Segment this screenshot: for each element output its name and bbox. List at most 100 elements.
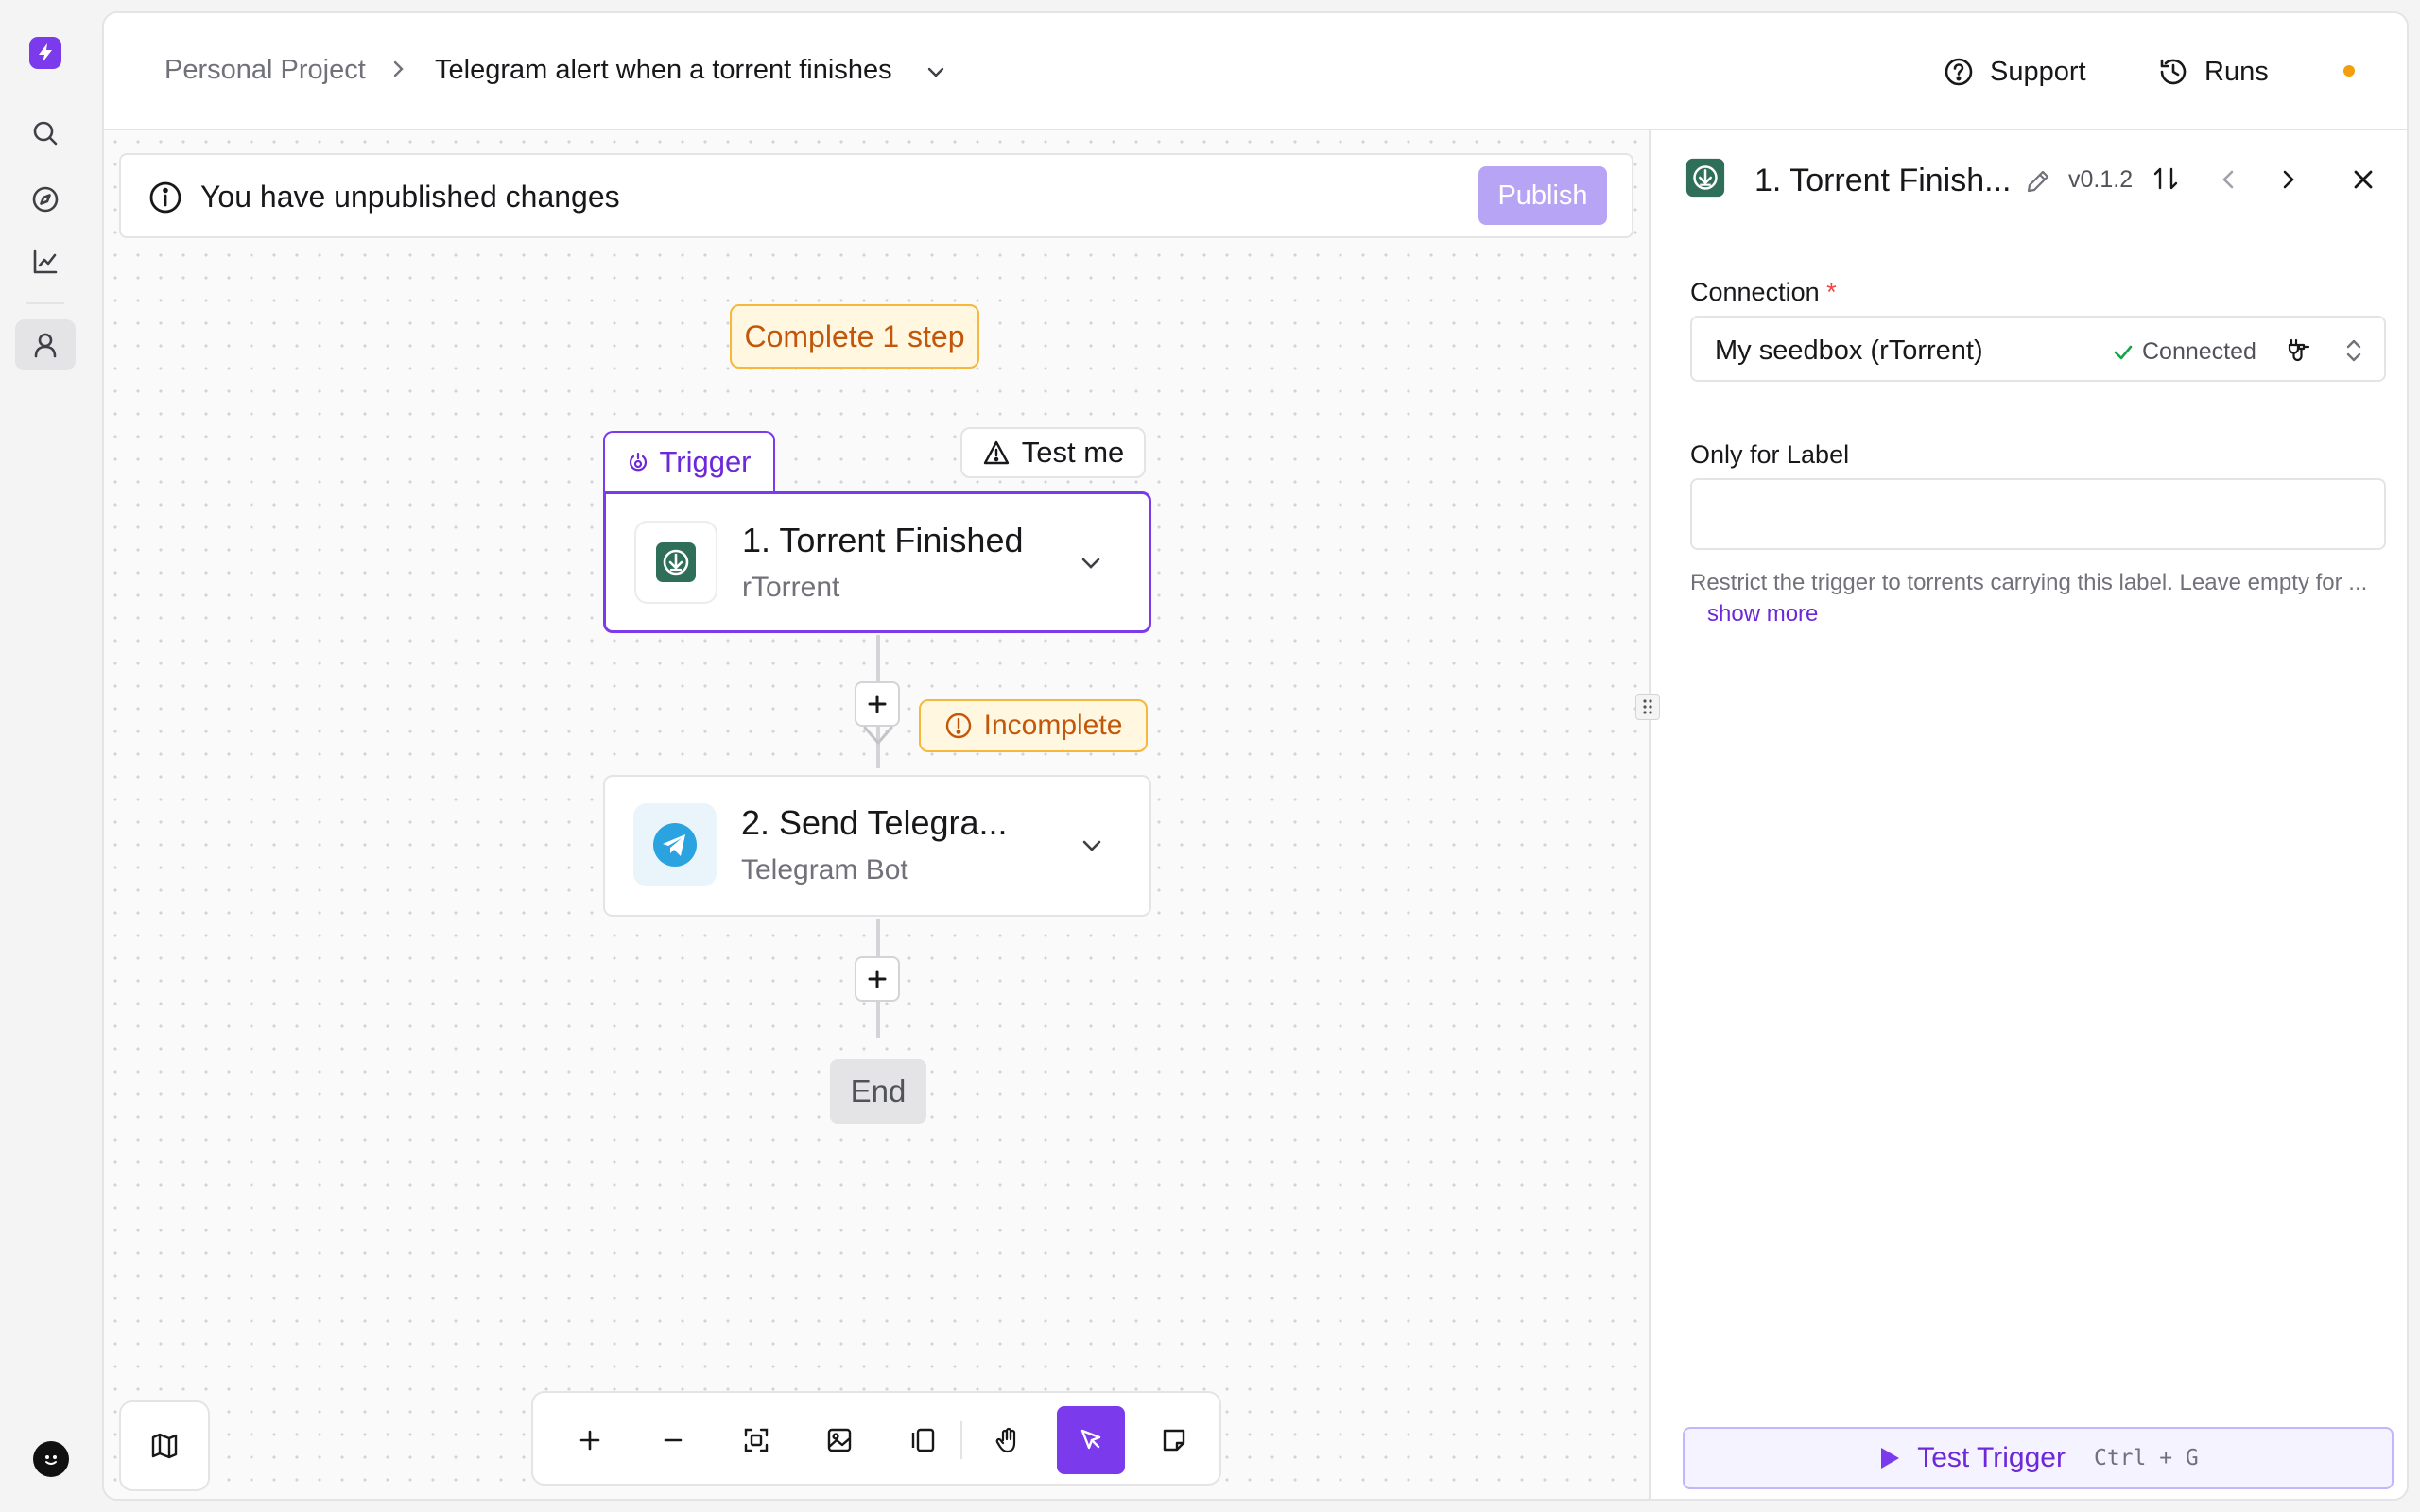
close-icon[interactable] bbox=[2350, 166, 2377, 193]
minimap-toggle-button[interactable] bbox=[119, 1400, 210, 1491]
zoom-out-button[interactable] bbox=[643, 1410, 703, 1470]
chevron-down-icon[interactable] bbox=[1077, 549, 1105, 577]
arrow-down-icon bbox=[863, 726, 893, 745]
connection-select[interactable]: My seedbox (rTorrent) Connected bbox=[1690, 316, 2386, 382]
label-filter-help: Restrict the trigger to torrents carryin… bbox=[1690, 567, 2390, 629]
trigger-tab-label: Trigger bbox=[659, 445, 752, 478]
fit-view-button[interactable] bbox=[726, 1410, 786, 1470]
runs-label: Runs bbox=[2204, 56, 2269, 87]
rail-analytics-button[interactable] bbox=[15, 236, 76, 287]
connector-line bbox=[876, 635, 880, 686]
add-step-button[interactable] bbox=[855, 956, 900, 1002]
history-icon bbox=[2160, 59, 2187, 85]
flow-canvas[interactable]: You have unpublished changes Publish Com… bbox=[104, 130, 1649, 1499]
header-bar: Personal Project Telegram alert when a t… bbox=[104, 13, 2407, 130]
help-circle-icon bbox=[1945, 58, 1973, 86]
rail-account-button[interactable] bbox=[15, 319, 76, 370]
compass-icon bbox=[32, 186, 59, 213]
test-trigger-button[interactable]: Test Trigger Ctrl + G bbox=[1683, 1427, 2394, 1489]
plug-icon[interactable] bbox=[2286, 337, 2312, 364]
plus-icon bbox=[579, 1430, 600, 1451]
plus-icon bbox=[868, 695, 887, 713]
panel-icon bbox=[911, 1428, 935, 1452]
telegram-icon bbox=[653, 823, 697, 867]
banner-message: You have unpublished changes bbox=[200, 180, 620, 214]
breadcrumb-project[interactable]: Personal Project bbox=[164, 55, 366, 86]
panel-step-title[interactable]: 1. Torrent Finish... bbox=[1754, 163, 2012, 199]
trigger-tab: Trigger bbox=[603, 431, 775, 491]
chevron-left-icon[interactable] bbox=[2216, 166, 2242, 193]
connector-line bbox=[876, 919, 880, 956]
support-button[interactable]: Support bbox=[1943, 49, 2086, 94]
connector-line bbox=[876, 1002, 880, 1038]
image-icon bbox=[827, 1428, 852, 1452]
sticky-note-icon bbox=[1163, 1429, 1185, 1452]
select-pointer-button[interactable] bbox=[1057, 1406, 1125, 1474]
test-me-button[interactable]: Test me bbox=[960, 427, 1146, 478]
add-note-button[interactable] bbox=[1144, 1410, 1204, 1470]
play-icon bbox=[1881, 1448, 1900, 1469]
label-filter-label: Only for Label bbox=[1690, 440, 1850, 469]
search-icon bbox=[33, 121, 58, 146]
warning-triangle-icon bbox=[983, 440, 1009, 465]
panel-resize-handle[interactable] bbox=[1635, 694, 1660, 720]
breadcrumb-flow-name[interactable]: Telegram alert when a torrent finishes bbox=[435, 55, 892, 86]
user-avatar[interactable] bbox=[33, 1441, 69, 1477]
chevron-updown-icon[interactable] bbox=[2342, 336, 2365, 365]
runs-button[interactable]: Runs bbox=[2157, 49, 2269, 94]
check-icon bbox=[2114, 345, 2133, 359]
connection-label-text: Connection bbox=[1690, 278, 1820, 306]
pan-hand-button[interactable] bbox=[977, 1410, 1038, 1470]
step-card-trigger[interactable]: 1. Torrent Finished rTorrent bbox=[603, 491, 1151, 633]
support-label: Support bbox=[1990, 56, 2086, 87]
unpublished-banner: You have unpublished changes Publish bbox=[119, 153, 1634, 238]
chevron-right-icon[interactable] bbox=[2274, 166, 2301, 193]
chevron-down-icon[interactable] bbox=[1078, 832, 1106, 860]
chevron-down-icon[interactable] bbox=[925, 60, 947, 83]
export-image-button[interactable] bbox=[809, 1410, 870, 1470]
rtorrent-download-icon bbox=[1685, 158, 1725, 198]
builder-window: Personal Project Telegram alert when a t… bbox=[102, 11, 2409, 1501]
publish-button[interactable]: Publish bbox=[1478, 166, 1607, 225]
step-card-telegram[interactable]: 2. Send Telegra... Telegram Bot bbox=[603, 775, 1151, 917]
incomplete-label: Incomplete bbox=[983, 710, 1123, 741]
connection-value: My seedbox (rTorrent) bbox=[1715, 335, 1983, 366]
user-icon bbox=[34, 333, 57, 358]
chart-icon bbox=[33, 249, 58, 274]
rtorrent-download-icon bbox=[656, 542, 696, 582]
connection-status-text: Connected bbox=[2142, 338, 2256, 365]
label-filter-input[interactable] bbox=[1690, 478, 2386, 550]
alert-circle-icon bbox=[945, 713, 971, 739]
required-mark: * bbox=[1826, 278, 1837, 306]
help-text: Restrict the trigger to torrents carryin… bbox=[1690, 570, 2368, 595]
cursor-arrow-icon bbox=[1080, 1429, 1101, 1450]
test-me-label: Test me bbox=[1021, 436, 1125, 469]
minus-icon bbox=[664, 1438, 683, 1442]
drag-handle-icon bbox=[1643, 699, 1652, 714]
rail-divider bbox=[26, 302, 64, 304]
plus-icon bbox=[868, 970, 887, 988]
step-icon-box bbox=[633, 803, 717, 886]
toggle-panel-button[interactable] bbox=[892, 1410, 953, 1470]
smiley-avatar-icon bbox=[45, 1455, 57, 1465]
rail-explore-button[interactable] bbox=[15, 174, 76, 225]
step-subtitle: rTorrent bbox=[742, 572, 840, 603]
left-rail bbox=[0, 0, 102, 1512]
pencil-icon[interactable] bbox=[2025, 168, 2051, 195]
step-title: 2. Send Telegra... bbox=[741, 803, 1008, 842]
bolt-icon bbox=[39, 43, 52, 62]
swap-vertical-icon[interactable] bbox=[2152, 164, 2180, 193]
status-dot bbox=[2343, 65, 2355, 77]
keyboard-shortcut: Ctrl + G bbox=[2093, 1446, 2199, 1470]
app-logo[interactable] bbox=[29, 37, 61, 69]
version-label: v0.1.2 bbox=[2068, 166, 2134, 193]
test-trigger-label: Test Trigger bbox=[1917, 1442, 2066, 1473]
step-title: 1. Torrent Finished bbox=[742, 521, 1024, 559]
step-settings-panel: 1. Torrent Finish... v0.1.2 Connection *… bbox=[1649, 130, 2407, 1499]
show-more-link[interactable]: show more bbox=[1707, 601, 1818, 627]
complete-steps-badge[interactable]: Complete 1 step bbox=[730, 304, 979, 369]
connection-status: Connected bbox=[2112, 338, 2256, 366]
rail-search-button[interactable] bbox=[15, 108, 76, 159]
info-icon bbox=[149, 181, 182, 214]
zoom-in-button[interactable] bbox=[560, 1410, 620, 1470]
